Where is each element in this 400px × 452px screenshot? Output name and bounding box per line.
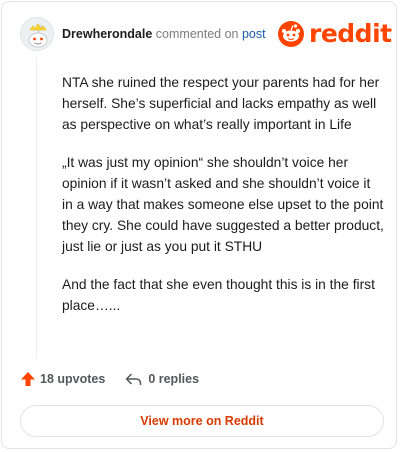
comment-paragraph: NTA she ruined the respect your parents … — [62, 75, 380, 132]
reddit-logo-icon — [278, 21, 304, 47]
reply-count: 0 replies — [148, 372, 200, 386]
upvote-count: 18 upvotes — [40, 372, 106, 386]
comment-body: NTA she ruined the respect your parents … — [62, 72, 384, 333]
comment-paragraph: „It was just my opinion“ she shouldn’t v… — [62, 155, 384, 254]
action-text: commented on — [155, 27, 239, 41]
avatar-snoo-icon — [28, 23, 48, 48]
post-link[interactable]: post — [242, 27, 266, 41]
view-more-button[interactable]: View more on Reddit — [20, 405, 384, 437]
reddit-wordmark: reddit — [309, 19, 392, 48]
upvote-button[interactable]: 18 upvotes — [20, 371, 105, 387]
author-name[interactable]: Drewherondale — [62, 27, 152, 41]
reply-arrow-icon — [126, 372, 142, 385]
avatar[interactable] — [20, 17, 54, 51]
comment-header: Drewherondale commented on post — [62, 27, 266, 41]
reddit-logo[interactable]: reddit — [278, 19, 392, 49]
comment-paragraph: And the fact that she even thought this … — [62, 277, 375, 313]
reply-button[interactable]: 0 replies — [125, 372, 199, 387]
thread-line — [36, 58, 37, 358]
comment-embed-card: Drewherondale commented on post reddit N… — [1, 1, 397, 449]
comment-footer: 18 upvotes 0 replies — [20, 371, 199, 387]
upvote-arrow-icon — [21, 372, 35, 386]
